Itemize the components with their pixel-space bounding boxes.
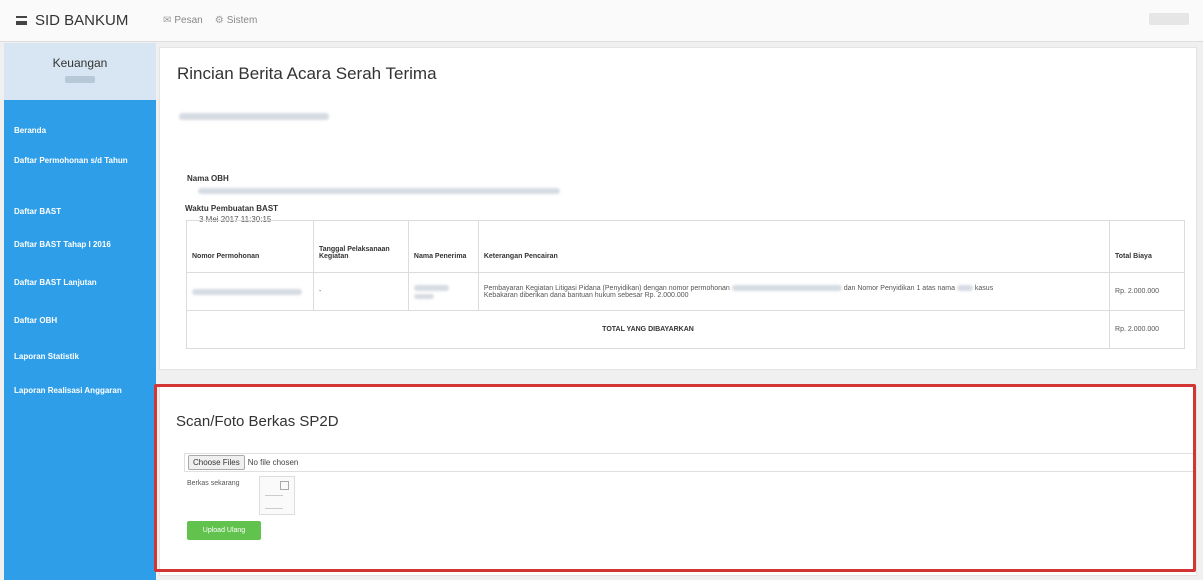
sidebar-item-laporan-statistik[interactable]: Laporan Statistik: [4, 352, 156, 362]
recipient-name-redacted: [413, 284, 449, 291]
sidebar-item-daftar-permohonan[interactable]: Daftar Permohonan s/d Tahun: [4, 156, 144, 166]
obh-name-redacted: [198, 188, 560, 194]
total-label: TOTAL YANG DIBAYARKAN: [185, 310, 1111, 349]
nav-link-pesan[interactable]: ✉ Pesan: [163, 15, 203, 26]
nav-link-sistem[interactable]: ⚙ Sistem: [215, 15, 258, 26]
sidebar-item-daftar-bast[interactable]: Daftar BAST: [4, 207, 156, 217]
col-tanggal-pelaksanaan: Tanggal Pelaksanaan Kegiatan: [312, 220, 409, 273]
sidebar-item-daftar-bast-lanjutan[interactable]: Daftar BAST Lanjutan: [4, 278, 156, 288]
cell-total-biaya: Rp. 2.000.000: [1109, 272, 1185, 311]
menu-icon[interactable]: [16, 16, 27, 25]
obh-label: Nama OBH: [187, 174, 229, 183]
sidebar-item-daftar-bast-tahap[interactable]: Daftar BAST Tahap I 2016: [4, 240, 156, 250]
cell-tanggal: -: [312, 272, 409, 311]
sidebar-header: Keuangan: [4, 43, 156, 100]
envelope-icon: ✉: [163, 15, 172, 26]
gear-icon: ⚙: [214, 15, 224, 26]
col-total-biaya: Total Biaya: [1109, 220, 1185, 273]
total-value: Rp. 2.000.000: [1109, 310, 1185, 349]
bast-table: Nomor Permohonan Tanggal Pelaksanaan Keg…: [185, 220, 1185, 349]
permohonan-number-redacted: [192, 288, 302, 295]
table-row: - Pembayaran Kegiatan Litigasi Pidana (P…: [186, 272, 1185, 311]
cell-nama-penerima: [407, 272, 479, 311]
sidebar-item-laporan-realisasi[interactable]: Laporan Realisasi Anggaran: [4, 386, 156, 396]
col-nama-penerima: Nama Penerima: [407, 220, 479, 273]
sidebar-item-beranda[interactable]: Beranda: [4, 126, 156, 136]
nav-links: ✉ Pesan ⚙ Sistem: [163, 15, 257, 26]
page-title: Rincian Berita Acara Serah Terima: [177, 64, 437, 83]
highlight-frame: [154, 384, 1196, 572]
top-navbar: SID BANKUM ✉ Pesan ⚙ Sistem: [0, 0, 1203, 42]
document-number-redacted: [179, 113, 329, 120]
col-keterangan-pencairan: Keterangan Pencairan: [477, 220, 1111, 273]
cell-nomor-permohonan: [186, 272, 314, 311]
brand-name: SID BANKUM: [35, 12, 129, 29]
user-menu[interactable]: [1149, 13, 1189, 25]
col-nomor-permohonan: Nomor Permohonan: [186, 220, 314, 273]
bast-detail-panel: Rincian Berita Acara Serah Terima Nama O…: [159, 47, 1197, 370]
sidebar-subtitle-redacted: [65, 76, 95, 83]
cell-keterangan: Pembayaran Kegiatan Litigasi Pidana (Pen…: [477, 272, 1111, 311]
table-total-row: TOTAL YANG DIBAYARKAN Rp. 2.000.000: [185, 310, 1185, 349]
bast-time-label: Waktu Pembuatan BAST: [185, 204, 279, 213]
brand[interactable]: SID BANKUM: [0, 12, 155, 29]
sidebar: Keuangan Beranda Daftar Permohonan s/d T…: [4, 43, 156, 580]
sidebar-title: Keuangan: [52, 56, 108, 70]
sidebar-item-daftar-obh[interactable]: Daftar OBH: [4, 316, 156, 326]
